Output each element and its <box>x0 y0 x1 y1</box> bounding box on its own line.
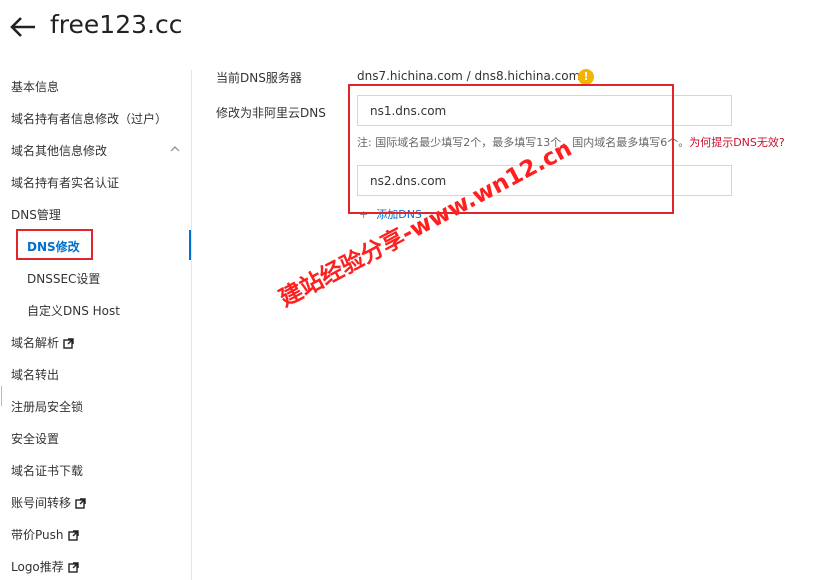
current-dns-label: 当前DNS服务器 <box>216 71 302 85</box>
sidebar-item-label: Logo推荐 <box>11 560 64 574</box>
why-invalid-link[interactable]: 为何提示DNS无效? <box>689 136 785 149</box>
note-text: 注: 国际域名最少填写2个，最多填写13个，国内域名最多填写6个。 <box>357 136 690 149</box>
watermark: 建站经验分享-www.wn12.cn <box>275 135 577 313</box>
sidebar-item-label: 域名解析 <box>11 336 60 350</box>
sidebar-item-price-push[interactable]: 带价Push <box>11 525 79 545</box>
warning-icon[interactable]: ! <box>578 69 594 85</box>
sidebar-item-label: 带价Push <box>11 528 64 542</box>
external-link-icon <box>67 527 79 547</box>
external-link-icon <box>75 495 86 515</box>
plus-icon: + <box>359 208 369 221</box>
external-link-icon <box>63 335 74 355</box>
current-dns-value: dns7.hichina.com / dns8.hichina.com <box>357 69 581 83</box>
sidebar-item-label: 账号间转移 <box>11 496 72 510</box>
sidebar-item-account-transfer[interactable]: 账号间转移 <box>11 493 86 513</box>
sidebar-item-custom-dns-host[interactable]: 自定义DNS Host <box>27 301 120 321</box>
sidebar-item-logo-recommend[interactable]: Logo推荐 <box>11 557 79 577</box>
change-dns-label: 修改为非阿里云DNS <box>216 106 326 120</box>
sidebar-item-basic-info[interactable]: 基本信息 <box>11 77 59 97</box>
external-link-icon <box>68 559 79 579</box>
page-title: free123.cc <box>50 10 183 39</box>
sidebar-item-owner-change[interactable]: 域名持有者信息修改（过户） <box>11 109 167 129</box>
sidebar-item-other-info[interactable]: 域名其他信息修改 <box>11 141 107 161</box>
dns-input-1[interactable] <box>357 95 732 126</box>
page-header: free123.cc <box>0 0 837 56</box>
back-arrow-icon[interactable] <box>8 12 38 42</box>
sidebar-item-registry-lock[interactable]: 注册局安全锁 <box>11 397 83 417</box>
sidebar-item-dns-modify[interactable]: DNS修改 <box>27 237 80 257</box>
sidebar-item-dns-management[interactable]: DNS管理 <box>11 205 61 225</box>
divider <box>1 386 2 406</box>
active-indicator <box>189 230 191 260</box>
sidebar-item-realname-auth[interactable]: 域名持有者实名认证 <box>11 173 119 193</box>
chevron-up-icon[interactable] <box>170 139 180 152</box>
sidebar-item-security-settings[interactable]: 安全设置 <box>11 429 59 449</box>
sidebar-item-transfer-out[interactable]: 域名转出 <box>11 365 59 385</box>
sidebar-item-domain-resolve[interactable]: 域名解析 <box>11 333 74 353</box>
sidebar-item-dnssec[interactable]: DNSSEC设置 <box>27 269 100 289</box>
sidebar-item-cert-download[interactable]: 域名证书下载 <box>11 461 83 481</box>
